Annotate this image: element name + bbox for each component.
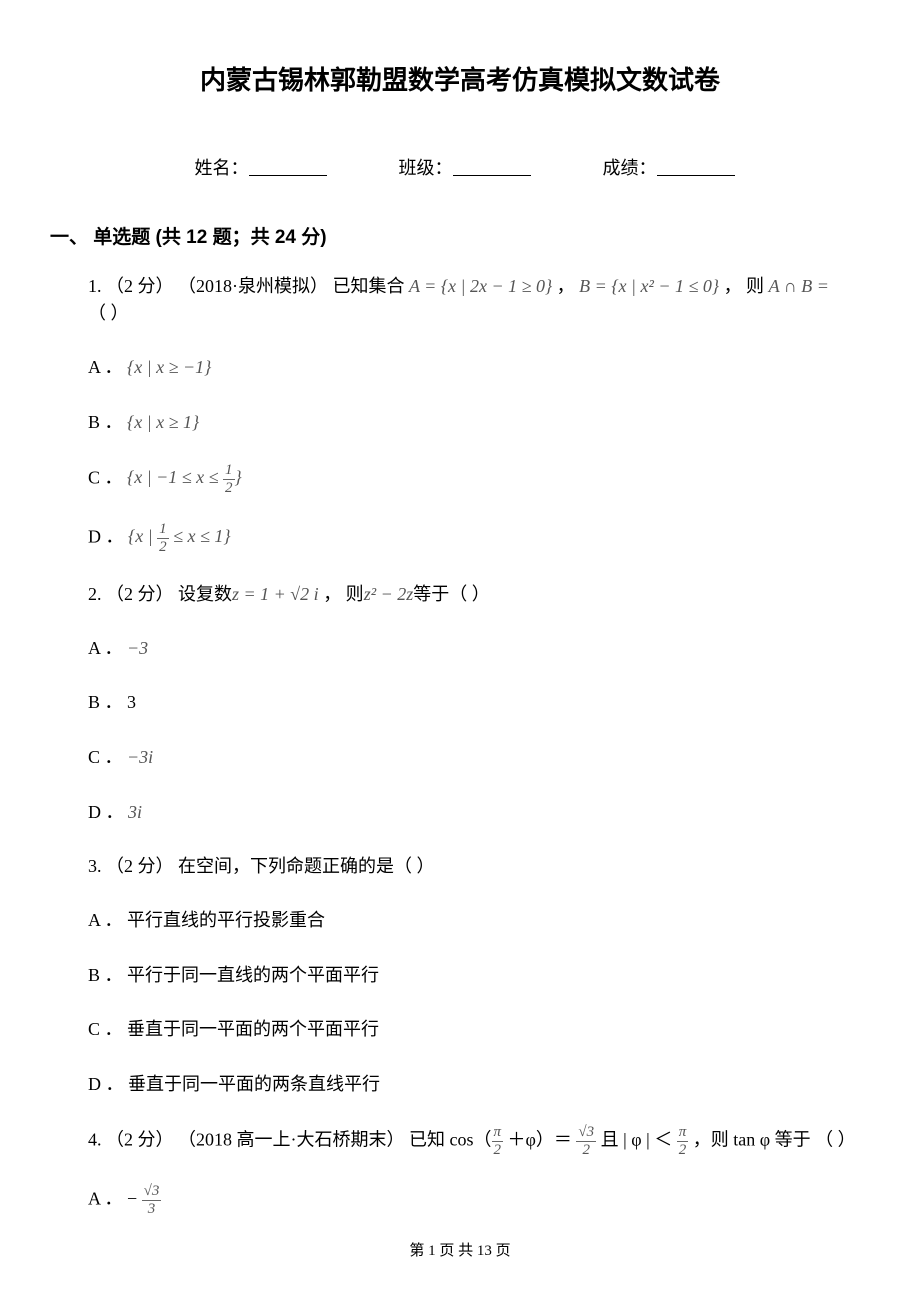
info-line: 姓名： 班级： 成绩：: [50, 133, 870, 180]
q1-option-d[interactable]: D ． {x | 12 ≤ x ≤ 1}: [88, 522, 870, 555]
option-label: A ． −: [88, 1189, 142, 1209]
q1-comma: ，: [552, 276, 579, 296]
q4-sqrt3over2: √32: [576, 1125, 596, 1158]
q2-after: 等于（ ）: [413, 584, 490, 604]
q3-option-b[interactable]: B ． 平行于同一直线的两个平面平行: [88, 961, 870, 990]
q2-points: （2 分） 设复数: [102, 584, 233, 604]
q2-option-b[interactable]: B ． 3: [88, 688, 870, 717]
q1-setB: B = {x | x² − 1 ≤ 0}: [579, 276, 719, 296]
q2-option-d[interactable]: D ． 3i: [88, 798, 870, 827]
option-label: A ．: [88, 638, 127, 658]
option-label: D ．: [88, 802, 128, 822]
option-label: D ．: [88, 526, 128, 546]
q1-option-c[interactable]: C ． {x | −1 ≤ x ≤ 12}: [88, 463, 870, 496]
q1-optA-math: {x | x ≥ −1}: [127, 357, 211, 377]
q3-option-a[interactable]: A ． 平行直线的平行投影重合: [88, 906, 870, 935]
q3-option-c[interactable]: C ． 垂直于同一平面的两个平面平行: [88, 1015, 870, 1044]
q1-setA: A = {x | 2x − 1 ≥ 0}: [409, 276, 552, 296]
option-label: B ．: [88, 412, 127, 432]
q1-points: （2 分）: [102, 276, 179, 296]
q2-number: 2.: [88, 584, 102, 604]
q4-points: （2 分） （2018 高一上·大石桥期末） 已知 cos（: [102, 1130, 492, 1150]
q1-paren: （ ）: [88, 303, 129, 323]
name-label: 姓名：: [195, 158, 249, 178]
q2-optC-val: −3i: [127, 747, 153, 767]
q4-plusphi: ＋φ）＝: [503, 1130, 576, 1150]
q2-option-a[interactable]: A ． −3: [88, 634, 870, 663]
q1-intersection: A ∩ B =: [769, 276, 829, 296]
class-label: 班级：: [399, 158, 453, 178]
q1-number: 1.: [88, 276, 102, 296]
page-title: 内蒙古锡林郭勒盟数学高考仿真模拟文数试卷: [50, 60, 870, 97]
option-label: C ．: [88, 467, 127, 487]
q1-source: （2018·泉州模拟） 已知集合: [178, 276, 409, 296]
q2-expr: z² − 2z: [364, 584, 414, 604]
score-label: 成绩：: [603, 158, 657, 178]
q1-optC-math: {x | −1 ≤ x ≤ 12}: [127, 467, 242, 487]
q4-pi2-2: π2: [677, 1125, 689, 1158]
score-blank[interactable]: [657, 157, 735, 176]
class-blank[interactable]: [453, 157, 531, 176]
option-label: C ．: [88, 747, 127, 767]
section-header-1: 一、 单选题 (共 12 题；共 24 分): [50, 222, 870, 249]
q4-pi2-1: π2: [492, 1125, 504, 1158]
q2-optD-val: 3i: [128, 802, 142, 822]
question-1: 1. （2 分） （2018·泉州模拟） 已知集合 A = {x | 2x − …: [88, 273, 870, 327]
q3-option-d[interactable]: D ． 垂直于同一平面的两条直线平行: [88, 1070, 870, 1099]
q2-z: z = 1 + √2 i: [232, 584, 319, 604]
q1-optD-math: {x | 12 ≤ x ≤ 1}: [128, 526, 231, 546]
question-2: 2. （2 分） 设复数z = 1 + √2 i ， 则z² − 2z等于（ ）: [88, 581, 870, 608]
q2-mid: ， 则: [319, 584, 364, 604]
page-footer: 第 1 页 共 13 页: [0, 1239, 920, 1260]
q4-then: ，则 tan φ 等于 （ ）: [688, 1130, 855, 1150]
q2-option-c[interactable]: C ． −3i: [88, 743, 870, 772]
q4-option-a[interactable]: A ． − √33: [88, 1184, 870, 1217]
q3-number: 3.: [88, 856, 102, 876]
q3-text: （2 分） 在空间，下列命题正确的是（ ）: [102, 856, 435, 876]
q4-optA-frac: √33: [142, 1184, 162, 1217]
q4-number: 4.: [88, 1130, 102, 1150]
question-4: 4. （2 分） （2018 高一上·大石桥期末） 已知 cos（π2 ＋φ）＝…: [88, 1125, 870, 1158]
q1-option-a[interactable]: A ． {x | x ≥ −1}: [88, 353, 870, 382]
q1-option-b[interactable]: B ． {x | x ≥ 1}: [88, 408, 870, 437]
q1-optB-math: {x | x ≥ 1}: [127, 412, 199, 432]
q1-after: ， 则: [719, 276, 769, 296]
q2-optA-val: −3: [127, 638, 148, 658]
q4-and: 且 | φ | ＜: [596, 1130, 677, 1150]
question-3: 3. （2 分） 在空间，下列命题正确的是（ ）: [88, 853, 870, 880]
option-label: A ．: [88, 357, 127, 377]
name-blank[interactable]: [249, 157, 327, 176]
